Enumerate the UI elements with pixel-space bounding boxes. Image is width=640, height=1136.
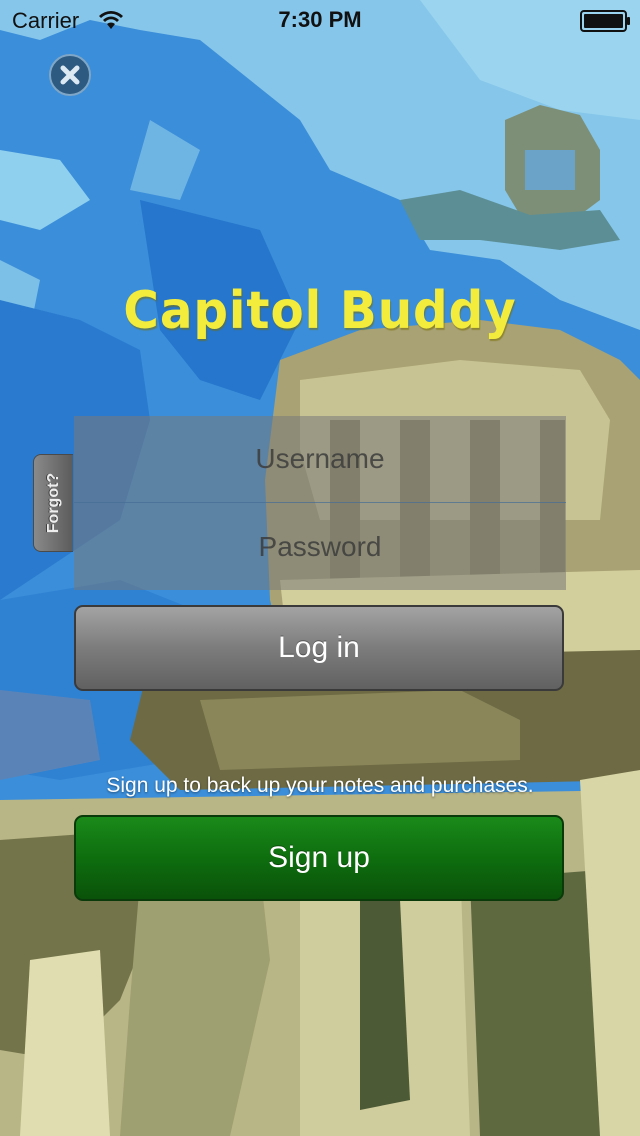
forgot-password-tab[interactable]: Forgot? <box>33 454 73 552</box>
battery-icon <box>580 10 632 32</box>
app-title: Capitol Buddy <box>123 281 517 341</box>
signup-hint: Sign up to back up your notes and purcha… <box>106 774 534 797</box>
signup-button[interactable]: Sign up <box>74 815 564 901</box>
login-form <box>74 416 566 590</box>
field-divider <box>74 502 566 503</box>
username-field[interactable] <box>74 416 566 502</box>
login-button[interactable]: Log in <box>74 605 564 691</box>
status-bar: Carrier 7:30 PM <box>0 0 640 40</box>
close-button[interactable] <box>49 54 91 96</box>
forgot-label: Forgot? <box>44 472 62 534</box>
password-field[interactable] <box>74 504 566 590</box>
status-time: 7:30 PM <box>278 7 362 32</box>
